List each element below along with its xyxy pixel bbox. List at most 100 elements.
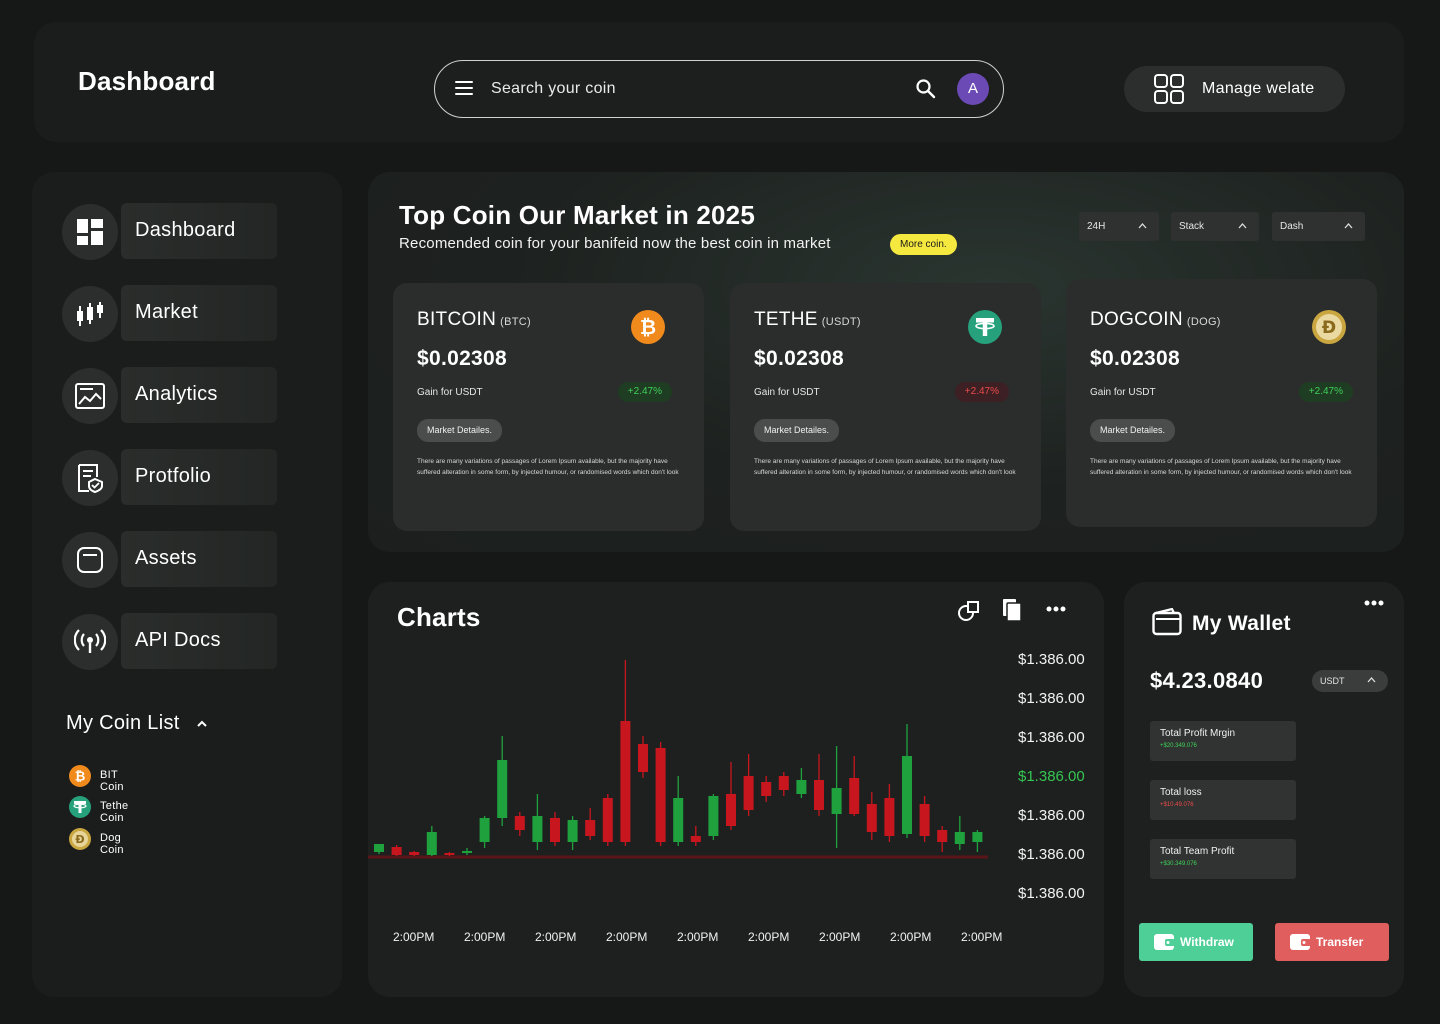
- candle-body: [726, 794, 736, 826]
- sidebar-item-assets[interactable]: Assets: [62, 531, 277, 589]
- page-title: Dashboard: [78, 66, 216, 96]
- transfer-label: Transfer: [1316, 935, 1364, 949]
- manage-wallet-button[interactable]: Manage welate: [1124, 66, 1345, 112]
- copy-icon[interactable]: [1002, 598, 1022, 622]
- candle-body: [708, 796, 719, 836]
- candlestick-chart[interactable]: [368, 642, 998, 872]
- wallet-title: My Wallet: [1192, 612, 1291, 635]
- shapes-icon[interactable]: [958, 600, 980, 622]
- avatar[interactable]: A: [957, 73, 989, 105]
- candle[interactable]: [796, 768, 807, 798]
- candle-body: [497, 760, 508, 818]
- more-coin-button[interactable]: More coin.: [890, 234, 957, 255]
- candle[interactable]: [462, 848, 472, 855]
- stat-total-profit: Total Profit Mrgin +$20.349.076: [1150, 721, 1296, 761]
- more-options-icon[interactable]: [1046, 606, 1066, 612]
- bitcoin-icon: ₿: [631, 310, 665, 344]
- candle-body: [479, 818, 490, 842]
- candle[interactable]: [690, 826, 701, 846]
- candle[interactable]: [902, 724, 912, 838]
- candle[interactable]: [514, 812, 525, 836]
- candle[interactable]: [708, 794, 719, 840]
- chevron-up-icon: [1344, 223, 1353, 229]
- candle[interactable]: [426, 826, 437, 856]
- candle[interactable]: [585, 808, 596, 840]
- coin-card-bitcoin[interactable]: BITCOIN (BTC) ₿ $0.02308 Gain for USDT +2…: [393, 283, 704, 531]
- market-details-button[interactable]: Market Detailes.: [1090, 419, 1176, 442]
- coin-card-tether[interactable]: TETHE (USDT) $0.02308 Gain for USDT +2.47…: [730, 283, 1041, 531]
- candle-body: [673, 798, 684, 842]
- market-details-button[interactable]: Market Detailes.: [417, 419, 503, 442]
- candle[interactable]: [374, 844, 384, 854]
- withdraw-button[interactable]: Withdraw: [1139, 923, 1253, 961]
- candle[interactable]: [849, 756, 860, 816]
- candle[interactable]: [620, 660, 631, 846]
- candle[interactable]: [761, 776, 772, 802]
- candle[interactable]: [567, 816, 578, 850]
- candle[interactable]: [391, 845, 402, 856]
- coin-list-title[interactable]: My Coin List: [66, 712, 180, 735]
- candle[interactable]: [602, 794, 613, 846]
- candle[interactable]: [497, 736, 508, 826]
- candle-body: [778, 776, 789, 790]
- coin-card-doge[interactable]: DOGCOIN (DOG) Ð $0.02308 Gain for USDT +2…: [1066, 279, 1377, 527]
- search-icon[interactable]: [915, 78, 937, 100]
- candle[interactable]: [919, 796, 930, 842]
- candle-body: [655, 748, 666, 842]
- stat-team-profit: Total Team Profit +$30.349.076: [1150, 839, 1296, 879]
- search-input[interactable]: [491, 77, 891, 101]
- chevron-up-icon: [1238, 223, 1247, 229]
- doge-icon: Ð: [1312, 310, 1346, 344]
- candle[interactable]: [866, 792, 877, 840]
- sidebar-item-dashboard[interactable]: Dashboard: [62, 203, 277, 261]
- sidebar-item-portfolio[interactable]: Protfolio: [62, 449, 277, 507]
- search-bar[interactable]: A: [434, 60, 1004, 118]
- candle-body: [374, 844, 384, 852]
- stat-value: +$30.349.076: [1160, 861, 1197, 867]
- sidebar-item-market[interactable]: Market: [62, 285, 277, 343]
- candle[interactable]: [532, 794, 543, 850]
- filter-dash-select[interactable]: Dash: [1272, 212, 1365, 241]
- wallet-icon: [1290, 934, 1311, 950]
- menu-icon[interactable]: [455, 81, 473, 97]
- candle[interactable]: [884, 784, 895, 842]
- analytics-icon: [62, 368, 118, 424]
- candle[interactable]: [972, 830, 983, 852]
- candle[interactable]: [814, 754, 824, 816]
- coin-price: $0.02308: [417, 347, 507, 370]
- candle[interactable]: [550, 812, 560, 846]
- candle[interactable]: [444, 852, 455, 856]
- candle[interactable]: [673, 776, 684, 846]
- candle[interactable]: [655, 742, 666, 846]
- candle[interactable]: [726, 762, 736, 830]
- candle[interactable]: [954, 816, 965, 850]
- filter-timeframe-select[interactable]: 24H: [1079, 212, 1159, 241]
- coin-description: There are many variations of passages of…: [754, 458, 1016, 476]
- currency-select[interactable]: USDT: [1312, 670, 1388, 692]
- time-tick-label: 2:00PM: [890, 930, 932, 944]
- price-tick-label: $1.386.00: [1018, 729, 1085, 746]
- price-tick-label: $1.386.00: [1018, 768, 1085, 785]
- candle[interactable]: [831, 746, 842, 848]
- time-tick-label: 2:00PM: [606, 930, 648, 944]
- candle-body: [866, 804, 877, 832]
- chevron-up-icon: [1367, 677, 1376, 683]
- candle[interactable]: [409, 851, 420, 856]
- candle[interactable]: [638, 736, 648, 778]
- candle[interactable]: [743, 754, 754, 816]
- candle[interactable]: [778, 772, 789, 796]
- candle-body: [884, 798, 895, 836]
- market-details-button[interactable]: Market Detailes.: [754, 419, 840, 442]
- more-options-icon[interactable]: [1364, 600, 1384, 606]
- transfer-button[interactable]: Transfer: [1275, 923, 1389, 961]
- stat-label: Total Profit Mrgin: [1160, 728, 1236, 739]
- filter-stack-select[interactable]: Stack: [1171, 212, 1259, 241]
- candle-body: [690, 836, 701, 842]
- candle[interactable]: [937, 826, 948, 852]
- chevron-up-icon[interactable]: [196, 718, 208, 730]
- candle[interactable]: [479, 816, 490, 848]
- sidebar-item-api-docs[interactable]: API Docs: [62, 613, 277, 671]
- coin-description: There are many variations of passages of…: [1090, 458, 1352, 476]
- sidebar-item-analytics[interactable]: Analytics: [62, 367, 277, 425]
- withdraw-label: Withdraw: [1180, 935, 1234, 949]
